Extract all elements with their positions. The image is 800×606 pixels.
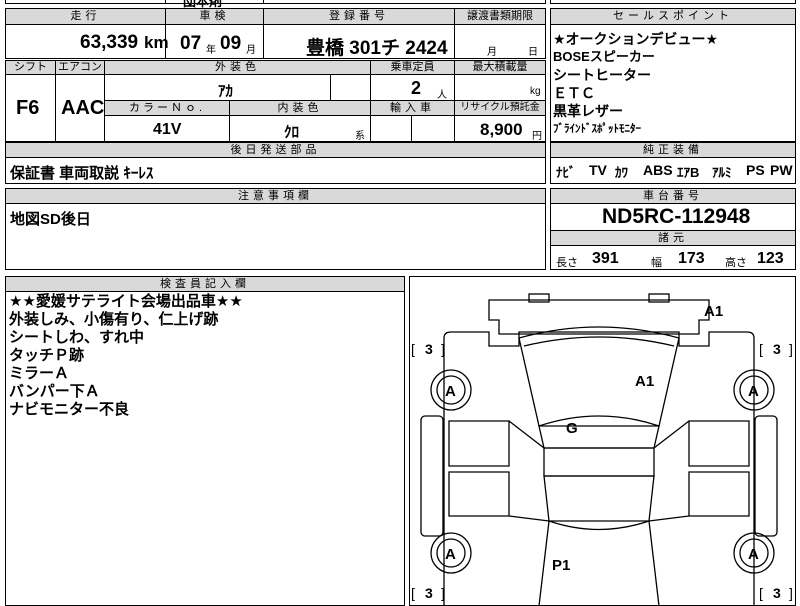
inspector-line: ナビモニター不良 bbox=[9, 401, 130, 418]
inspector-line: ミラーＡ bbox=[9, 365, 70, 382]
tread-fr: 3 bbox=[773, 341, 781, 357]
tread-rr: 3 bbox=[773, 585, 781, 601]
mark-tire-rr: A bbox=[748, 546, 759, 563]
sales-point-item: BOSEスピーカー bbox=[553, 49, 655, 64]
mark-tire-fl: A bbox=[445, 383, 456, 400]
inspector-line: バンパー下Ａ bbox=[9, 383, 100, 400]
svg-text:[: [ bbox=[411, 585, 415, 601]
transfer-header: 譲渡書類期限 bbox=[455, 9, 545, 24]
color-no-header: カラーＮｏ. bbox=[105, 101, 229, 115]
mark-roof: G bbox=[566, 420, 578, 437]
int-color-value: ｸﾛ bbox=[284, 124, 300, 141]
equipment-item: ABS bbox=[643, 162, 673, 178]
sales-point-item: ﾌﾞﾗｲﾝﾄﾞｽﾎﾟｯﾄﾓﾆﾀｰ bbox=[553, 123, 641, 135]
recycle-value: 8,900 bbox=[480, 120, 523, 139]
mileage-value: 63,339 bbox=[80, 32, 139, 53]
svg-text:]: ] bbox=[441, 341, 445, 357]
chassis-number: ND5RC-112948 bbox=[602, 205, 751, 228]
inspection-month: 09 bbox=[220, 33, 242, 54]
mark-rear: P1 bbox=[552, 557, 570, 574]
recycle-header: リサイクル預託金 bbox=[455, 101, 545, 115]
registration-number: 豊橋 301チ 2424 bbox=[306, 38, 448, 59]
equipment-item: ｶﾜ bbox=[615, 165, 628, 180]
int-color-header: 内装色 bbox=[230, 101, 370, 115]
shift-value: F6 bbox=[16, 97, 40, 119]
inspector-line: ★★愛媛サテライト会場出品車★★ bbox=[9, 293, 243, 310]
svg-text:]: ] bbox=[789, 341, 793, 357]
mark-hood: A1 bbox=[635, 373, 654, 390]
notes-header: 注意事項欄 bbox=[6, 189, 545, 203]
later-parts-value: 保証書 車両取説 ｷｰﾚｽ bbox=[10, 165, 154, 182]
equipment-header: 純正装備 bbox=[551, 143, 795, 157]
inspector-line: シートしわ、すれ中 bbox=[9, 329, 145, 346]
ac-value: AAC bbox=[61, 97, 105, 119]
equipment-item: TV bbox=[589, 162, 607, 178]
later-parts-header: 後日発送部品 bbox=[6, 143, 545, 157]
tread-fl: 3 bbox=[425, 341, 433, 357]
chassis-header: 車台番号 bbox=[551, 189, 795, 203]
mark-tire-rl: A bbox=[445, 546, 456, 563]
ext-color-value: ｱｶ bbox=[218, 83, 234, 100]
width-value: 173 bbox=[678, 250, 705, 267]
sales-point-item: 黒革レザー bbox=[553, 103, 623, 119]
svg-text:[: [ bbox=[411, 341, 415, 357]
height-value: 123 bbox=[757, 250, 784, 267]
sales-point-item: ★オークションデビュー★ bbox=[553, 31, 719, 47]
sales-points-header: セールスポイント bbox=[551, 9, 795, 24]
svg-text:[: [ bbox=[759, 341, 763, 357]
ac-header: エアコン bbox=[56, 61, 104, 74]
color-no-value: 41V bbox=[153, 121, 182, 138]
inspection-header: 車検 bbox=[166, 9, 263, 24]
equipment-item: PW bbox=[770, 162, 793, 178]
svg-text:]: ] bbox=[441, 585, 445, 601]
equipment-item: PS bbox=[746, 162, 765, 178]
sales-point-item: ＥＴＣ bbox=[553, 85, 595, 101]
car-diagram: A1 A1 G P1 A A A A [ 3 ] [ 3 ] [ 3 ] [ 3… bbox=[411, 293, 793, 606]
inspector-line: タッチＰ跡 bbox=[9, 347, 85, 364]
equipment-item: ｱﾙﾐ bbox=[712, 165, 732, 180]
tread-rl: 3 bbox=[425, 585, 433, 601]
equipment-item: ﾅﾋﾞ bbox=[556, 165, 576, 180]
import-header: 輸入車 bbox=[371, 101, 454, 115]
mileage-unit: km bbox=[144, 33, 169, 52]
svg-text:[: [ bbox=[759, 585, 763, 601]
length-value: 391 bbox=[592, 250, 619, 267]
sales-point-item: シートヒーター bbox=[553, 67, 651, 83]
mileage-header: 走行 bbox=[6, 9, 165, 24]
notes-value: 地図SD後日 bbox=[10, 211, 91, 228]
mark-front-bumper: A1 bbox=[704, 303, 723, 320]
top-cut-row bbox=[5, 0, 546, 4]
inspector-header: 検査員記入欄 bbox=[6, 277, 404, 291]
inspection-year: 07 bbox=[180, 33, 202, 54]
capacity-header: 乗車定員 bbox=[371, 61, 454, 74]
max-load-header: 最大積載量 bbox=[455, 61, 545, 74]
svg-text:]: ] bbox=[789, 585, 793, 601]
shift-header: シフト bbox=[6, 61, 55, 74]
ext-color-header: 外装色 bbox=[105, 61, 370, 74]
inspector-line: 外装しみ、小傷有り、仁上げ跡 bbox=[9, 311, 219, 328]
registration-header: 登録番号 bbox=[264, 9, 454, 24]
mark-tire-fr: A bbox=[748, 383, 759, 400]
dims-header: 諸元 bbox=[551, 231, 795, 245]
equipment-item: ｴｱB bbox=[677, 165, 700, 180]
capacity-value: 2 bbox=[411, 78, 422, 98]
